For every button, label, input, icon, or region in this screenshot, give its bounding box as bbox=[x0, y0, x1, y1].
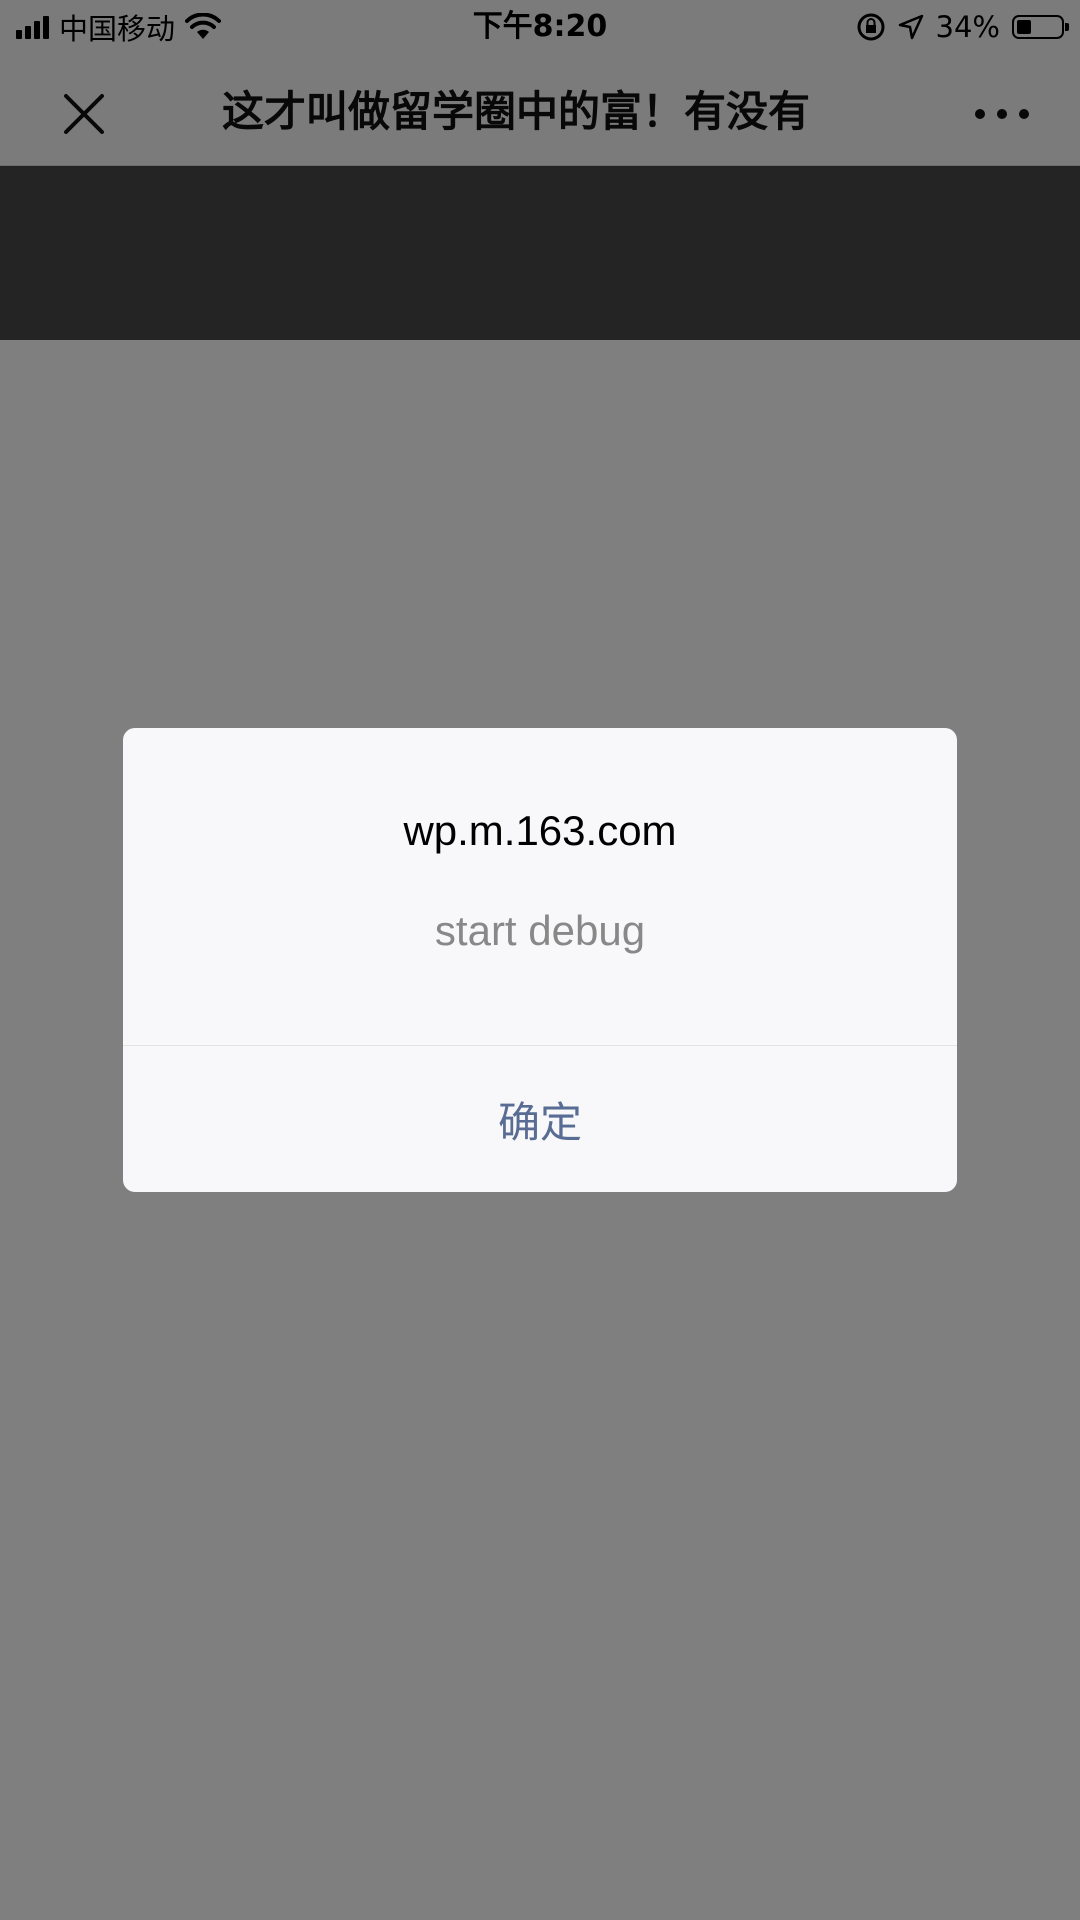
confirm-button[interactable]: 确定 bbox=[123, 1046, 957, 1192]
dialog-title: wp.m.163.com bbox=[403, 807, 677, 854]
dialog-message: start debug bbox=[434, 907, 646, 954]
alert-dialog: wp.m.163.com start debug 确定 bbox=[123, 728, 957, 1192]
